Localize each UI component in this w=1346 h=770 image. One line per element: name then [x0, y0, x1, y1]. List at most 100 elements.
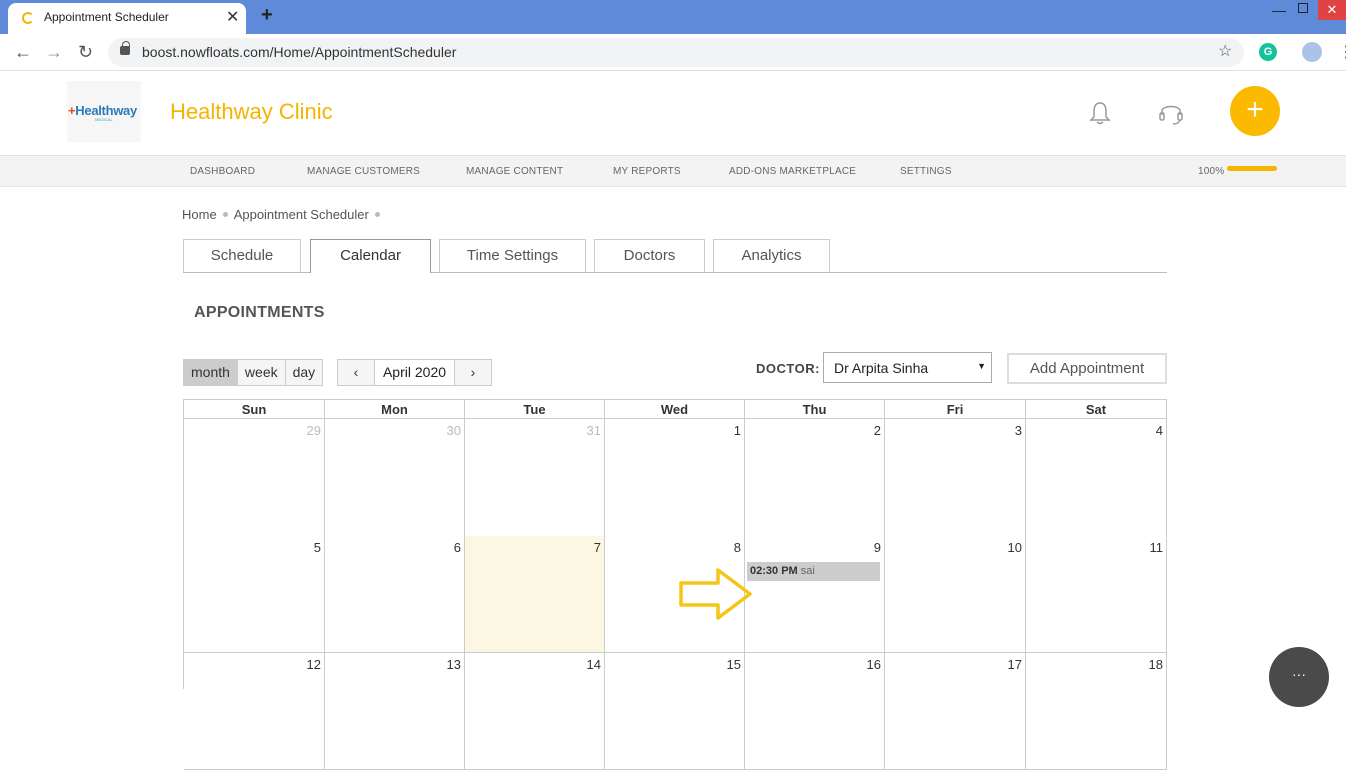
- tab-schedule[interactable]: Schedule: [183, 239, 301, 272]
- breadcrumb: Home Appointment Scheduler: [182, 207, 386, 222]
- doctor-select[interactable]: Dr Arpita Sinha ▼: [823, 352, 992, 383]
- calendar-day-cell[interactable]: 14: [465, 653, 605, 770]
- calendar-day-cell[interactable]: 16: [745, 653, 885, 770]
- nav-manage-customers[interactable]: MANAGE CUSTOMERS: [307, 166, 420, 177]
- calendar-day-cell[interactable]: 6: [325, 536, 465, 653]
- view-switcher: month week day: [183, 359, 324, 386]
- maximize-button[interactable]: [1298, 3, 1308, 13]
- tab-analytics[interactable]: Analytics: [713, 239, 830, 272]
- view-day-button[interactable]: day: [286, 360, 323, 385]
- close-tab-icon[interactable]: ✕: [226, 7, 239, 27]
- calendar-event[interactable]: 02:30 PM sai: [747, 562, 880, 581]
- day-number: 31: [586, 423, 601, 438]
- day-number: 13: [446, 657, 461, 672]
- breadcrumb-home[interactable]: Home: [182, 207, 217, 222]
- clinic-logo[interactable]: +Healthway MEDICAL: [67, 81, 141, 142]
- nav-addons-marketplace[interactable]: ADD-ONS MARKETPLACE: [729, 166, 856, 177]
- day-number: 3: [1014, 423, 1022, 438]
- browser-menu-icon[interactable]: ⋮: [1338, 42, 1346, 62]
- day-number: 5: [313, 540, 321, 555]
- nav-dashboard[interactable]: DASHBOARD: [190, 166, 255, 177]
- favicon-icon: [22, 12, 34, 24]
- chat-widget-button[interactable]: ···: [1269, 647, 1329, 707]
- new-tab-button[interactable]: +: [261, 4, 273, 27]
- day-number: 17: [1007, 657, 1022, 672]
- next-month-button[interactable]: ›: [454, 359, 492, 386]
- day-number: 30: [446, 423, 461, 438]
- calendar-day-cell[interactable]: 11: [1026, 536, 1167, 653]
- profile-progress-bar: [1227, 166, 1277, 171]
- day-number: 14: [586, 657, 601, 672]
- notification-bell-icon[interactable]: [1089, 100, 1111, 126]
- add-fab-button[interactable]: +: [1230, 86, 1280, 136]
- dow-header: Sun: [184, 399, 325, 419]
- dow-header: Tue: [465, 399, 605, 419]
- calendar-day-cell[interactable]: 13: [325, 653, 465, 770]
- url-text[interactable]: boost.nowfloats.com/Home/AppointmentSche…: [142, 44, 456, 60]
- calendar-day-cell[interactable]: 10: [885, 536, 1026, 653]
- day-number: 6: [453, 540, 461, 555]
- day-number: 12: [306, 657, 321, 672]
- calendar-day-cell[interactable]: 15: [605, 653, 745, 770]
- tab-time-settings[interactable]: Time Settings: [439, 239, 586, 272]
- event-time: 02:30 PM: [750, 565, 798, 577]
- breadcrumb-separator: [222, 212, 228, 217]
- calendar-day-cell[interactable]: 2: [745, 419, 885, 537]
- calendar-day-cell[interactable]: 3: [885, 419, 1026, 537]
- calendar-day-cell[interactable]: 18: [1026, 653, 1167, 770]
- breadcrumb-current: Appointment Scheduler: [233, 207, 369, 222]
- bookmark-star-icon[interactable]: ☆: [1218, 41, 1232, 61]
- lock-icon: [120, 41, 130, 55]
- calendar-day-cell[interactable]: 12: [184, 653, 325, 770]
- event-name: sai: [800, 565, 815, 577]
- back-button[interactable]: ←: [14, 42, 32, 63]
- dow-header: Sat: [1026, 399, 1167, 419]
- day-number: 7: [593, 540, 601, 555]
- day-number: 1: [733, 423, 741, 438]
- tab-title: Appointment Scheduler: [44, 10, 169, 24]
- clinic-name: Healthway Clinic: [170, 99, 333, 124]
- dow-header: Wed: [605, 399, 745, 419]
- view-week-button[interactable]: week: [238, 360, 286, 385]
- day-number: 18: [1148, 657, 1163, 672]
- view-month-button[interactable]: month: [184, 360, 238, 385]
- nav-settings[interactable]: SETTINGS: [900, 166, 952, 177]
- calendar-day-cell[interactable]: 31: [465, 419, 605, 537]
- calendar-day-cell[interactable]: 1: [605, 419, 745, 537]
- support-headset-icon[interactable]: [1157, 100, 1185, 126]
- calendar-day-cell[interactable]: 7: [465, 536, 605, 653]
- nav-my-reports[interactable]: MY REPORTS: [613, 166, 681, 177]
- tab-calendar[interactable]: Calendar: [310, 239, 431, 273]
- chevron-down-icon: ▼: [977, 361, 986, 371]
- day-number: 16: [866, 657, 881, 672]
- calendar-day-cell[interactable]: 17: [885, 653, 1026, 770]
- profile-avatar[interactable]: [1302, 42, 1322, 62]
- logo-subtext: MEDICAL: [95, 117, 113, 122]
- nav-manage-content[interactable]: MANAGE CONTENT: [466, 166, 563, 177]
- prev-month-button[interactable]: ‹: [337, 359, 375, 386]
- calendar-day-cell[interactable]: 4: [1026, 419, 1167, 537]
- calendar-day-cell[interactable]: 30: [325, 419, 465, 537]
- reload-button[interactable]: ↻: [78, 42, 93, 63]
- calendar-grid: Sun Mon Tue Wed Thu Fri Sat 29 30 31 1 2 3 4 5 6 7 8 9 10 11…: [183, 399, 1167, 770]
- grammarly-extension-icon[interactable]: G: [1259, 43, 1277, 61]
- address-bar[interactable]: boost.nowfloats.com/Home/AppointmentSche…: [108, 38, 1244, 67]
- browser-tab[interactable]: Appointment Scheduler ✕: [8, 3, 246, 34]
- main-nav: DASHBOARD MANAGE CUSTOMERS MANAGE CONTEN…: [0, 155, 1346, 187]
- close-window-button[interactable]: ✕: [1318, 0, 1346, 20]
- forward-button[interactable]: →: [45, 42, 63, 63]
- day-number: 4: [1155, 423, 1163, 438]
- dow-header: Fri: [885, 399, 1026, 419]
- add-appointment-button[interactable]: Add Appointment: [1007, 353, 1167, 384]
- logo-text: +Healthway: [68, 103, 137, 118]
- minimize-button[interactable]: —: [1272, 2, 1286, 18]
- calendar-day-cell[interactable]: 5: [184, 536, 325, 653]
- calendar-day-cell[interactable]: 29: [184, 419, 325, 537]
- tab-doctors[interactable]: Doctors: [594, 239, 705, 272]
- doctor-select-value: Dr Arpita Sinha: [834, 360, 929, 376]
- day-number: 9: [873, 540, 881, 555]
- browser-toolbar: ← → ↻ boost.nowfloats.com/Home/Appointme…: [0, 34, 1346, 71]
- dow-header: Mon: [325, 399, 465, 419]
- calendar-day-cell[interactable]: 9: [745, 536, 885, 653]
- browser-titlebar: Appointment Scheduler ✕ + — ✕: [0, 0, 1346, 34]
